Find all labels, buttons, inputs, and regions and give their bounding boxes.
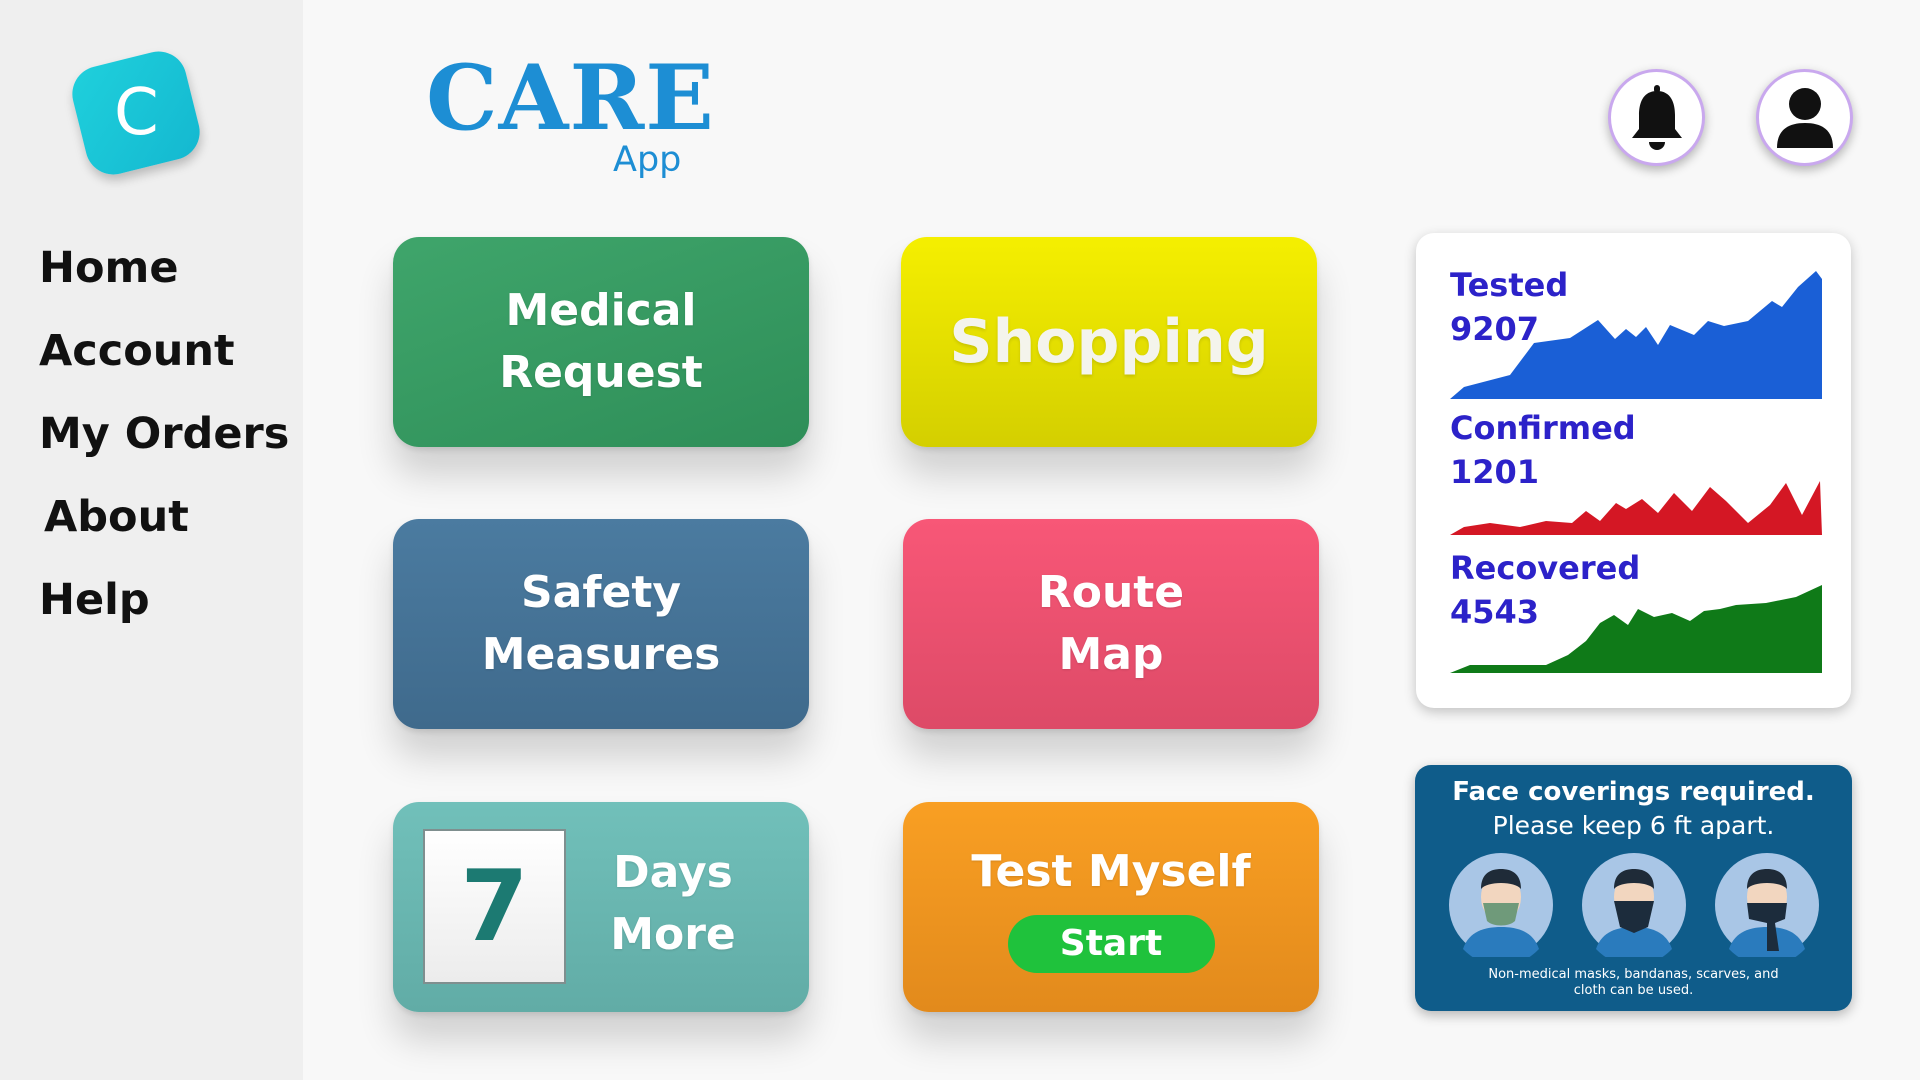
days-remaining-tile[interactable]: 7 Days More [393,802,809,1012]
brand-name: CARE [426,45,715,151]
tested-area [1450,271,1822,399]
brand-subtitle: App [613,140,682,180]
nav-item-account[interactable]: Account [39,323,289,406]
test-myself-label: Test Myself [971,846,1251,897]
start-button[interactable]: Start [1007,915,1215,973]
nav-item-about[interactable]: About [39,489,289,572]
brand-title: CARE App [426,45,715,180]
recovered-sparkline [1450,585,1822,673]
confirmed-sparkline [1450,481,1822,535]
sidebar-nav: Home Account My Orders About Help [39,240,289,655]
notice-footnote: Non-medical masks, bandanas, scarves, an… [1488,967,1779,998]
medical-request-line2: Request [499,347,703,398]
days-count: 7 [460,849,529,964]
nav-item-home[interactable]: Home [39,240,289,323]
shopping-tile[interactable]: Shopping [901,237,1317,447]
face-covering-notice: Face coverings required. Please keep 6 f… [1415,765,1852,1011]
masked-person-icon [1449,853,1553,957]
days-label-line1: Days [613,847,733,898]
route-map-line2: Map [1058,629,1164,680]
safety-measures-line1: Safety [520,567,682,618]
medical-request-tile[interactable]: Medical Request [393,237,809,447]
user-icon [1776,87,1833,148]
calendar-day-card: 7 [423,829,566,984]
safety-measures-tile[interactable]: Safety Measures [393,519,809,729]
notice-title: Face coverings required. [1452,777,1815,807]
sidebar: C Home Account My Orders About Help [0,0,303,1080]
medical-request-line1: Medical [505,285,697,336]
stat-confirmed-label: Confirmed [1450,409,1636,447]
app-logo-letter: C [113,76,159,150]
scarf-person-icon [1715,853,1819,957]
safety-measures-line2: Measures [481,629,721,680]
profile-button[interactable] [1756,69,1853,166]
notice-subtitle: Please keep 6 ft apart. [1492,811,1775,840]
days-label-line2: More [610,909,736,960]
route-map-tile[interactable]: Route Map [903,519,1319,729]
test-myself-tile[interactable]: Test Myself Start [903,802,1319,1012]
bell-icon [1631,84,1682,150]
nav-item-help[interactable]: Help [39,572,289,655]
app-logo[interactable]: C [66,45,206,181]
shopping-label: Shopping [949,307,1269,377]
bandana-person-icon [1582,853,1686,957]
route-map-line1: Route [1037,567,1185,618]
nav-item-my-orders[interactable]: My Orders [39,406,289,489]
confirmed-area [1450,481,1822,535]
tested-sparkline [1450,271,1822,399]
notification-button[interactable] [1608,69,1705,166]
covid-stats-card: Tested 9207 Confirmed 1201 Recovered 454… [1416,233,1851,708]
recovered-area [1450,585,1822,673]
